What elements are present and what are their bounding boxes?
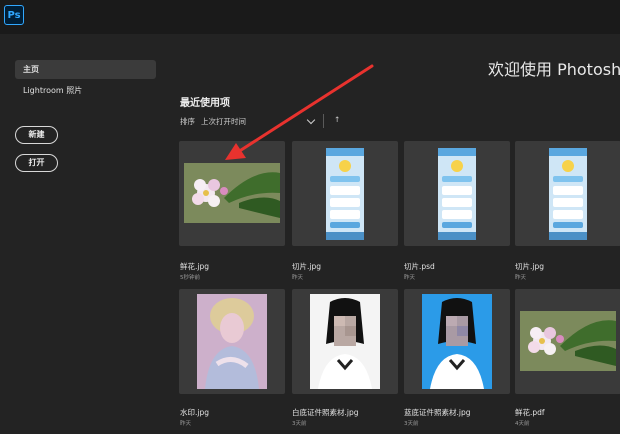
file-name: 白底证件照素材.jpg <box>292 408 359 417</box>
sort-select[interactable]: 上次打开时间 <box>201 116 246 127</box>
file-time: 5秒钟前 <box>180 275 200 281</box>
file-name: 水印.jpg <box>180 408 209 417</box>
file-time: 昨天 <box>292 275 304 281</box>
web-mockup-thumbnail <box>438 148 476 240</box>
sort-direction-icon[interactable]: ↑ <box>334 115 340 124</box>
recent-file-card[interactable] <box>292 141 398 246</box>
file-time: 4天前 <box>515 421 530 427</box>
file-time: 3天前 <box>292 421 307 427</box>
recent-file-card[interactable] <box>404 141 510 246</box>
file-name: 切片.jpg <box>515 262 544 271</box>
recent-file-card[interactable] <box>179 141 285 246</box>
file-time: 昨天 <box>404 275 416 281</box>
sort-label: 排序 <box>180 117 195 126</box>
id-photo-white-thumbnail <box>310 294 380 389</box>
portrait-thumbnail <box>197 294 267 389</box>
file-time: 3天前 <box>404 421 419 427</box>
web-mockup-thumbnail <box>549 148 587 240</box>
file-name: 切片.jpg <box>292 262 321 271</box>
welcome-title: 欢迎使用 Photoshop <box>488 60 620 79</box>
recent-file-card[interactable] <box>292 289 398 394</box>
file-name: 鲜花.pdf <box>515 408 545 417</box>
divider <box>323 114 324 128</box>
web-mockup-thumbnail <box>326 148 364 240</box>
file-name: 切片.psd <box>404 262 435 271</box>
main-area: 欢迎使用 Photoshop 最近使用项 排序 上次打开时间 ↑ <box>0 0 620 434</box>
file-name: 蓝底证件照素材.jpg <box>404 408 471 417</box>
recent-file-card[interactable] <box>515 289 620 394</box>
recent-file-card[interactable] <box>515 141 620 246</box>
chevron-down-icon[interactable] <box>306 115 316 125</box>
recent-file-card[interactable] <box>179 289 285 394</box>
file-time: 昨天 <box>515 275 527 281</box>
file-time: 昨天 <box>180 421 192 427</box>
flower-thumbnail <box>520 311 616 371</box>
recent-file-card[interactable] <box>404 289 510 394</box>
id-photo-blue-thumbnail <box>422 294 492 389</box>
flower-thumbnail <box>184 163 280 223</box>
recent-section-title: 最近使用项 <box>180 98 230 109</box>
file-name: 鲜花.jpg <box>180 262 209 271</box>
